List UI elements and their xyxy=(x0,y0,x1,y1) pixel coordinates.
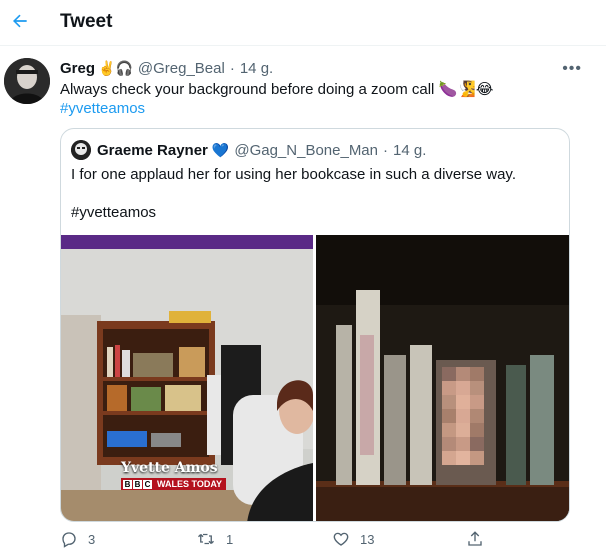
news-lower-third: Yvette Amos B B C WALES TODAY xyxy=(121,460,227,490)
more-icon: ••• xyxy=(562,60,582,77)
reply-count: 3 xyxy=(88,531,96,547)
caption-name: Yvette Amos xyxy=(121,460,218,476)
media-image-left[interactable]: Yvette Amos B B C WALES TODAY xyxy=(61,235,313,521)
top-bar: Tweet xyxy=(0,0,606,46)
quoted-tweet[interactable]: Graeme Rayner 💙 @Gag_N_Bone_Man · 14 g. … xyxy=(60,128,570,522)
like-button[interactable]: 13 xyxy=(332,530,374,548)
meta-separator: · xyxy=(229,59,235,77)
retweet-button[interactable]: 1 xyxy=(196,530,233,548)
author-name-emoji: ✌️🎧 xyxy=(98,59,133,76)
reply-button[interactable]: 3 xyxy=(60,530,95,548)
bbc-logo-letter-3: C xyxy=(143,479,152,489)
bbc-logo-letter-2: B xyxy=(133,479,142,489)
page-title: Tweet xyxy=(60,11,113,32)
quote-author-avatar xyxy=(71,140,91,160)
quote-media: Yvette Amos B B C WALES TODAY xyxy=(61,235,569,521)
verified-badge: 💙 xyxy=(211,141,230,158)
like-icon xyxy=(333,532,349,546)
quote-author-name[interactable]: Graeme Rayner xyxy=(97,142,208,159)
quote-author-handle[interactable]: @Gag_N_Bone_Man xyxy=(234,142,378,159)
caption-channel-strip: B B C WALES TODAY xyxy=(121,478,227,490)
author-handle[interactable]: @Greg_Beal xyxy=(138,60,225,77)
quote-meta: Graeme Rayner 💙 @Gag_N_Bone_Man · 14 g. xyxy=(71,140,426,160)
tweet-body: Always check your background before doin… xyxy=(60,80,580,118)
share-button[interactable] xyxy=(466,530,494,548)
quote-hashtag[interactable]: #yvetteamos xyxy=(71,204,156,221)
tweet-time[interactable]: 14 g. xyxy=(240,60,273,77)
author-name[interactable]: Greg xyxy=(60,60,95,77)
quote-meta-separator: · xyxy=(383,141,388,159)
retweet-icon xyxy=(198,533,214,545)
bookshelf-zoom-illustration xyxy=(316,235,569,521)
action-bar: 3 1 13 xyxy=(60,530,560,552)
author-avatar[interactable] xyxy=(4,58,50,104)
media-image-right[interactable] xyxy=(316,235,569,521)
back-arrow-icon xyxy=(13,14,27,28)
caption-channel: WALES TODAY xyxy=(157,479,223,489)
quote-time: 14 g. xyxy=(393,141,427,159)
like-count: 13 xyxy=(360,531,375,547)
share-icon xyxy=(468,531,482,546)
tweet-meta: Greg ✌️🎧 @Greg_Beal · 14 g. xyxy=(60,58,273,78)
bbc-logo-letter-1: B xyxy=(123,479,132,489)
quote-text: I for one applaud her for using her book… xyxy=(71,166,516,183)
more-button[interactable]: ••• xyxy=(562,60,582,78)
back-button[interactable] xyxy=(4,5,36,37)
tweet-hashtag[interactable]: #yvetteamos xyxy=(60,99,580,118)
retweet-count: 1 xyxy=(226,531,234,547)
tweet-text: Always check your background before doin… xyxy=(60,81,494,98)
reply-icon xyxy=(62,532,76,548)
